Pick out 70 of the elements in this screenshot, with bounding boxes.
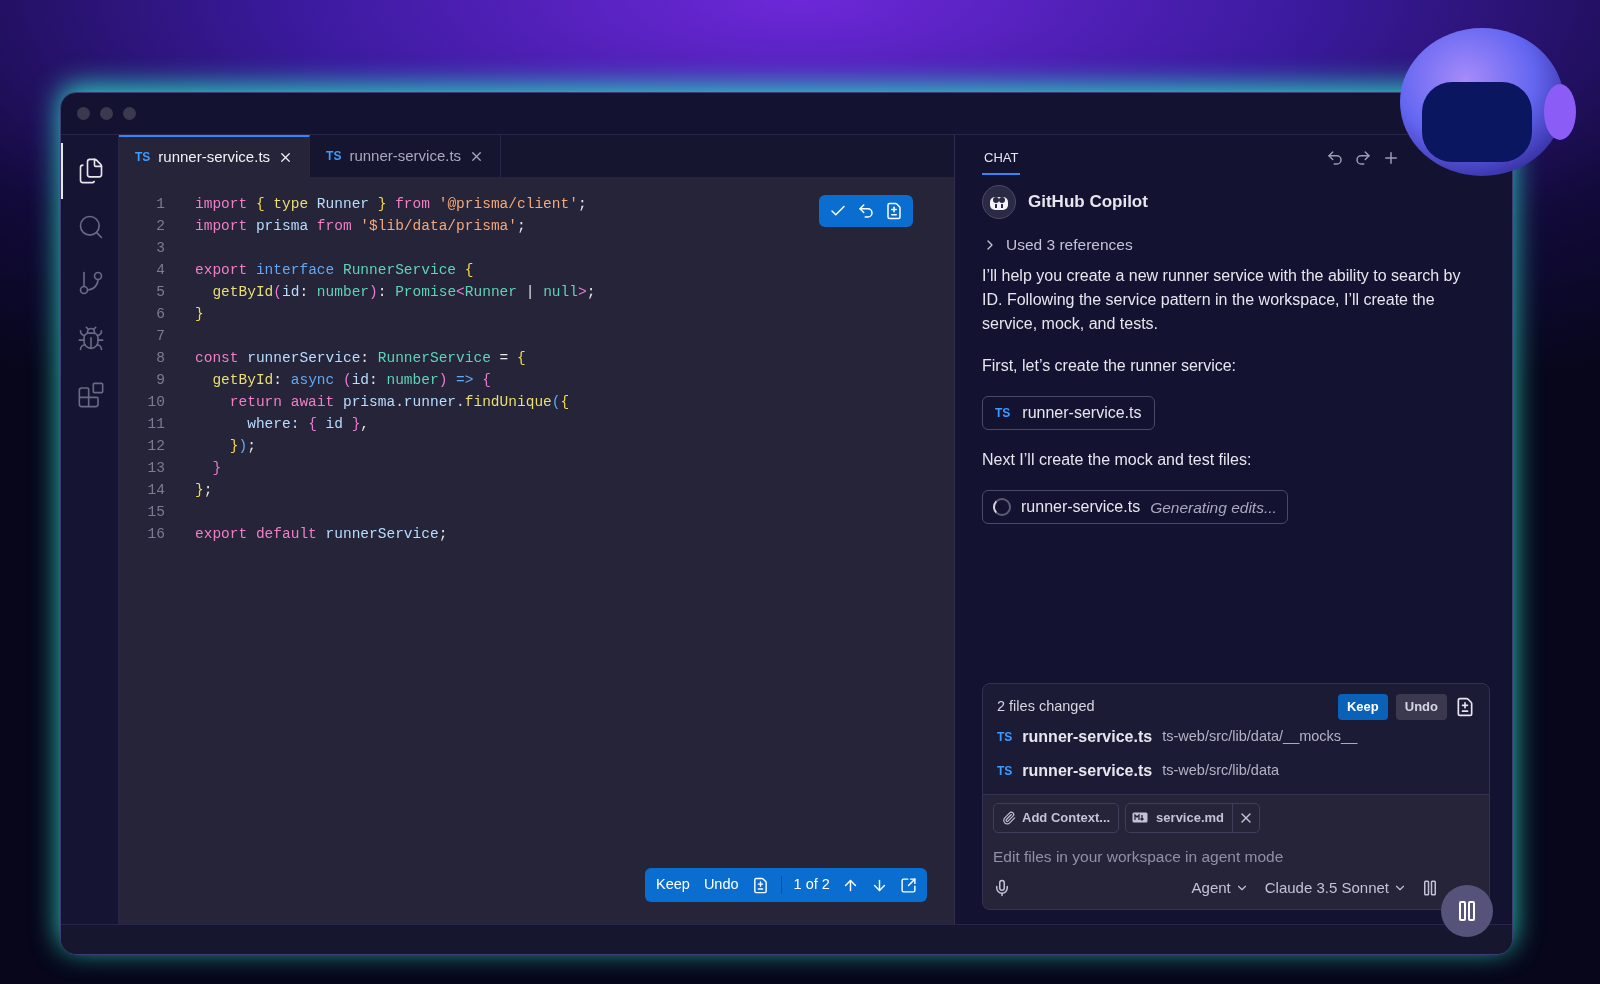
diff-icon[interactable] [1455,696,1475,717]
line-number: 13 [146,459,165,478]
language-label: TS [995,405,1011,423]
change-counter: 1 of 2 [793,875,830,895]
code-line: getById: async (id: number) => { [211,371,491,390]
open-external-icon[interactable] [899,876,917,894]
message-text: I’ll help you create a new runner service with the ability to search by ID. Following the service pattern in the workspace, I’ll create the service, mock, and tests. [982,266,1462,335]
message-text: First, let’s create the runner service: [982,356,1238,377]
line-number: 12 [146,437,165,456]
line-number: 6 [155,305,165,324]
line-number: 5 [155,283,165,302]
code-line: export default runnerService; [195,525,448,544]
plus-icon[interactable] [1382,149,1400,167]
code-line: getById(id: number): Promise<Runner | null>; [211,283,596,302]
language-label: TS [326,148,342,165]
code-line: import prisma from '$lib/data/prisma'; [195,217,526,236]
language-label: TS [997,762,1013,780]
keep-button[interactable]: Keep [655,874,691,896]
code-line: }; [195,481,213,500]
language-label: TS [135,149,151,166]
paperclip-icon [1002,810,1016,825]
references-toggle[interactable]: Used 3 references [982,233,1490,257]
editor-tab[interactable]: TS runner-service.ts [310,135,502,177]
mode-dropdown[interactable]: Agent [1191,876,1249,899]
code-line: where: { id }, [246,415,370,434]
code-line: return await prisma.runner.findUnique({ [228,393,570,412]
undo-icon[interactable] [857,202,875,220]
chat-tab[interactable]: CHAT [982,147,1021,175]
blocks-icon [76,381,105,409]
code-line: } [195,305,204,324]
attachment-chip[interactable]: service.md [1125,802,1261,833]
spinner-icon [993,498,1011,517]
code-line: }); [228,437,256,456]
editor-tab[interactable]: TS runner-service.ts [119,135,311,177]
line-number: 2 [155,217,165,236]
undo-icon[interactable] [1326,149,1344,167]
model-dropdown[interactable]: Claude 3.5 Sonnet [1264,876,1407,899]
line-number: 11 [146,415,165,434]
microphone-icon[interactable] [993,878,1011,897]
code-line: export interface RunnerService { [195,261,474,280]
line-number: 7 [155,327,165,346]
file-chip[interactable]: TS runner-service.ts [982,396,1155,431]
line-number: 1 [155,195,165,214]
code-line: import { type Runner } from '@prisma/client'; [195,195,587,214]
line-number: 9 [155,371,165,390]
undo-button[interactable]: Undo [1395,693,1447,720]
chat-input-field[interactable]: Edit files in your workspace in agent mode [993,842,1479,871]
line-number: 4 [155,261,165,280]
line-number: 16 [146,525,165,544]
line-number: 8 [155,349,165,368]
keep-button[interactable]: Keep [1338,693,1388,720]
line-number: 10 [146,393,165,412]
code-line: const runnerService: RunnerService = { [195,349,526,368]
message-text: Next I’ll create the mock and test files: [982,450,1253,471]
line-number: 15 [146,503,165,522]
add-context-button[interactable]: Add Context... [993,802,1120,833]
changed-file-row[interactable]: TS runner-service.ts ts-web/src/lib/data/__mocks__ [997,719,1475,754]
changes-title: 2 files changed [997,696,1095,716]
changed-file-row[interactable]: TS runner-service.ts ts-web/src/lib/data [997,753,1475,788]
language-label: TS [997,728,1013,746]
stop-icon[interactable] [1421,878,1439,897]
line-number: 14 [146,481,165,500]
pending-file-chip: runner-service.ts Generating edits... [982,490,1288,525]
undo-button[interactable]: Undo [702,874,740,896]
code-line: } [211,459,222,478]
redo-icon[interactable] [1354,149,1372,167]
bug-icon [76,325,105,353]
agent-name: GitHub Copilot [1028,191,1148,214]
line-number: 3 [155,239,165,258]
markdown-icon [1132,812,1149,823]
